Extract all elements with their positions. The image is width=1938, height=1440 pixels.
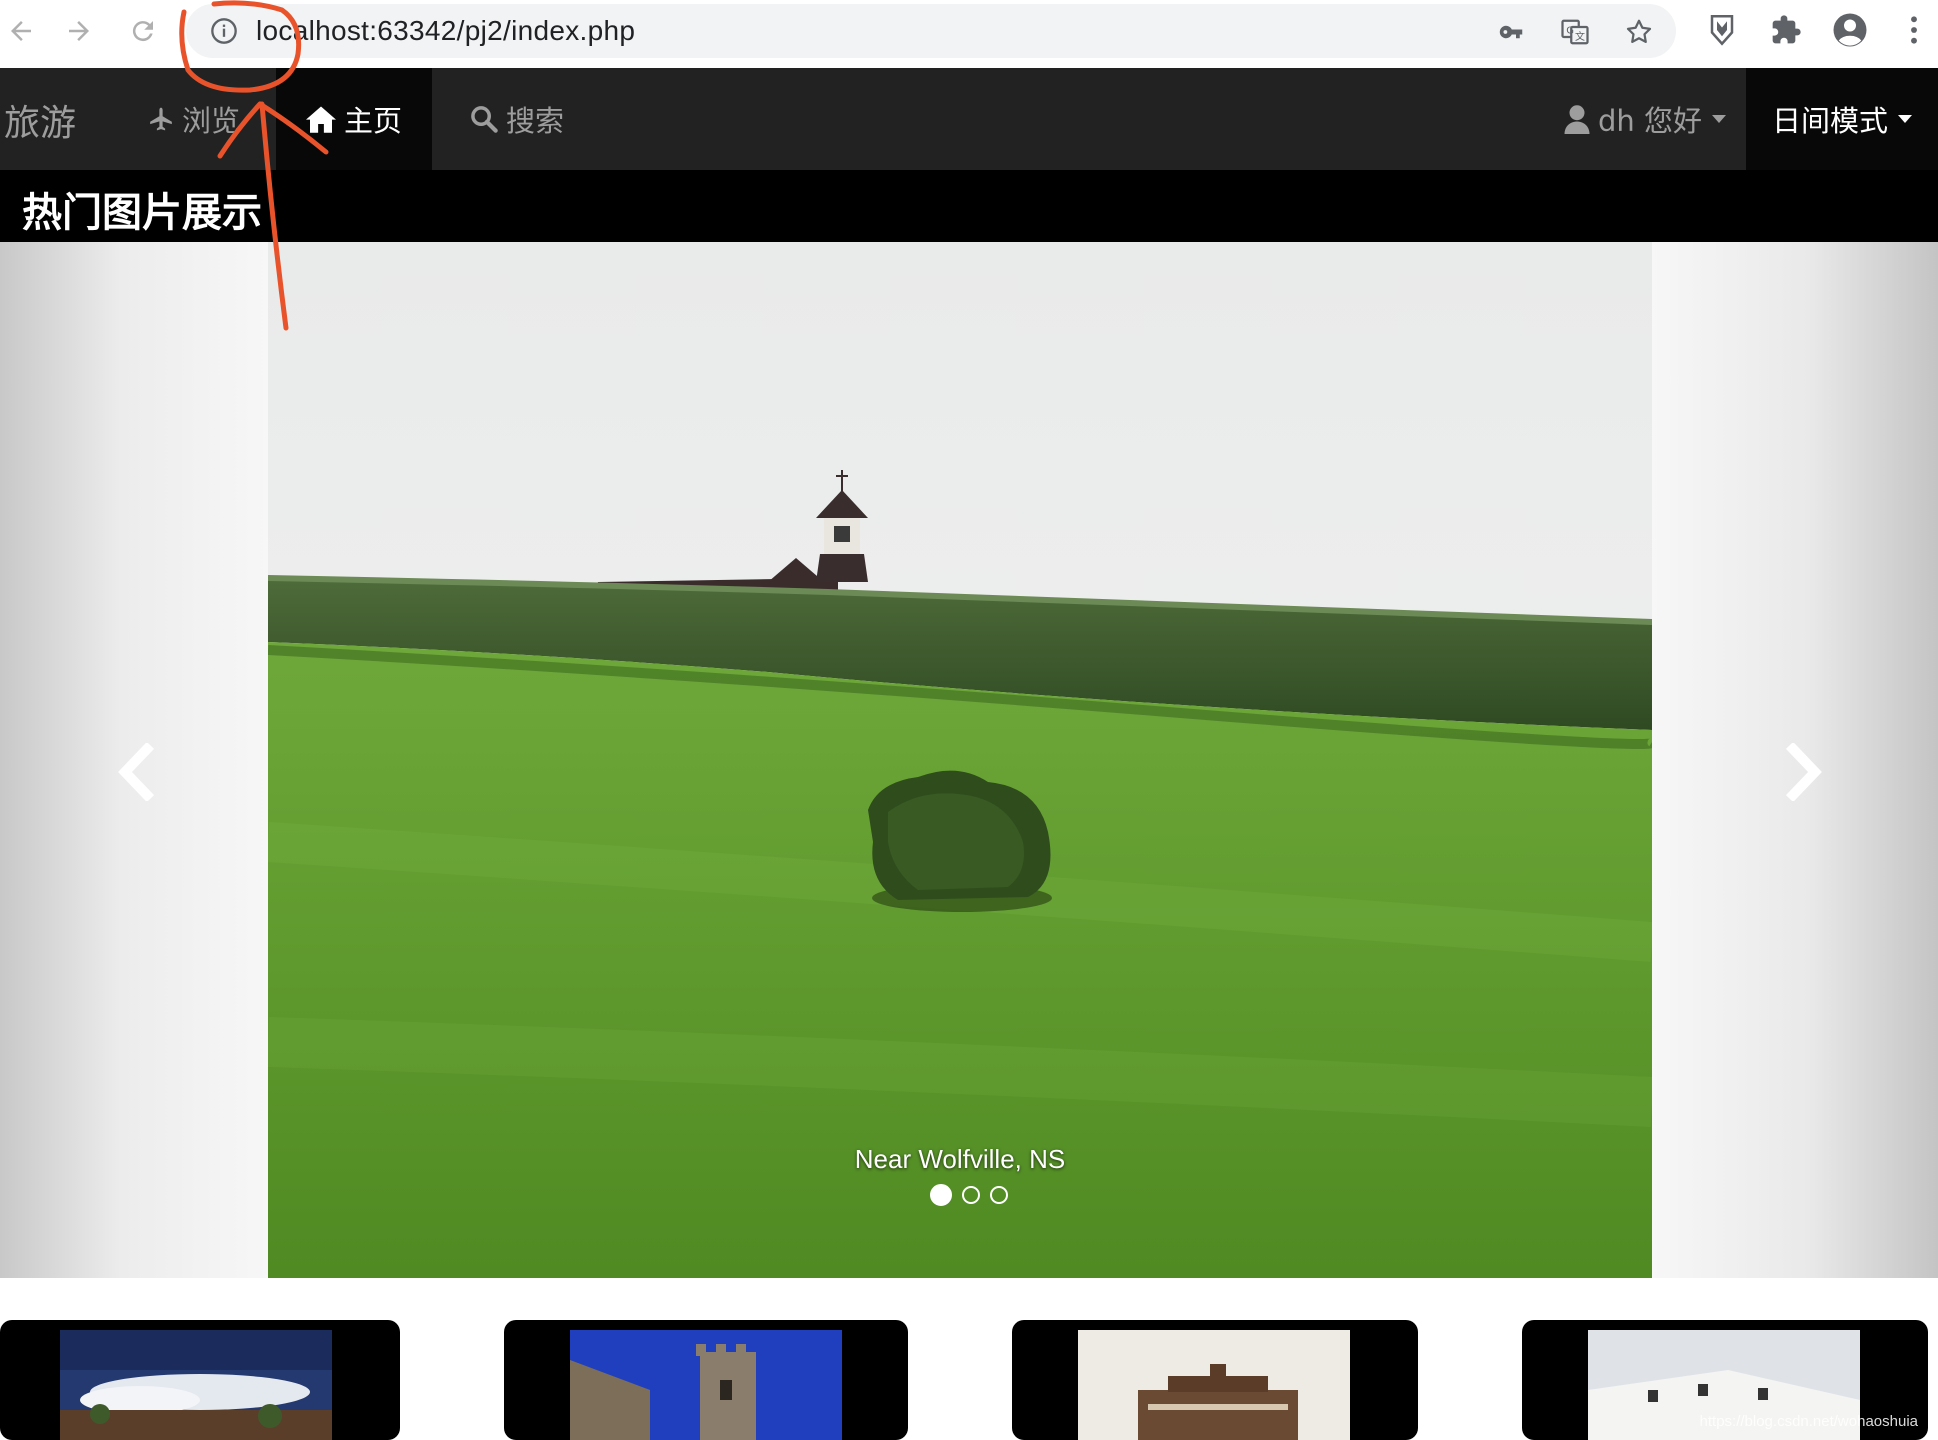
section-header: 热门图片展示 xyxy=(0,170,1938,242)
info-icon[interactable] xyxy=(210,17,238,45)
thumbnail-card[interactable]: https://blog.csdn.net/wohaoshuia xyxy=(1522,1320,1928,1440)
arrow-right-icon xyxy=(69,21,89,41)
arrow-left-icon xyxy=(11,21,31,41)
nav-home-label: 主页 xyxy=(344,104,403,138)
carousel-caption: Near Wolfville, NS xyxy=(854,1144,1066,1174)
browser-toolbar: localhost:63342/pj2/index.php G 文 xyxy=(0,0,1938,69)
url-text[interactable]: localhost:63342/pj2/index.php xyxy=(256,15,635,47)
nav-browse-label: 浏览 xyxy=(182,104,241,138)
star-icon[interactable] xyxy=(1624,17,1654,47)
plane-icon xyxy=(148,105,174,133)
carousel-indicator[interactable] xyxy=(930,1184,952,1206)
user-icon xyxy=(1564,104,1590,134)
mode-dropdown[interactable]: 日间模式 xyxy=(1746,68,1938,170)
forward-button[interactable] xyxy=(58,10,100,52)
search-icon xyxy=(470,105,498,133)
nav-home[interactable]: 主页 xyxy=(276,68,433,170)
translate-icon[interactable]: G 文 xyxy=(1560,17,1590,47)
carousel-indicators xyxy=(0,1184,1938,1206)
watermark-text: https://blog.csdn.net/wohaoshuia xyxy=(1699,1413,1918,1430)
thumbnail-image xyxy=(570,1330,842,1440)
reload-icon xyxy=(132,21,153,42)
carousel-prev-button[interactable] xyxy=(106,737,166,807)
nav-browse[interactable]: 浏览 xyxy=(148,68,240,170)
thumbnail-card[interactable] xyxy=(0,1320,400,1440)
reload-button[interactable] xyxy=(122,10,164,52)
shield-icon[interactable] xyxy=(1704,12,1740,48)
account-icon[interactable] xyxy=(1832,12,1868,48)
thumbnail-card[interactable] xyxy=(1012,1320,1418,1440)
mode-label: 日间模式 xyxy=(1771,104,1888,138)
nav-search[interactable]: 搜索 xyxy=(470,68,564,170)
thumbnail-image xyxy=(1078,1330,1350,1440)
caret-down-icon xyxy=(1898,115,1912,123)
section-title: 热门图片展示 xyxy=(22,190,262,236)
back-button[interactable] xyxy=(0,10,42,52)
address-bar[interactable]: localhost:63342/pj2/index.php G 文 xyxy=(186,4,1676,58)
thumbnail-image xyxy=(60,1330,332,1440)
chevron-left-icon xyxy=(118,743,155,801)
svg-text:文: 文 xyxy=(1575,30,1585,43)
nav-search-label: 搜索 xyxy=(506,104,565,138)
brand-link[interactable]: 旅游 xyxy=(4,94,76,146)
thumbnail-card[interactable] xyxy=(504,1320,908,1440)
chevron-right-icon xyxy=(1785,743,1822,801)
user-greeting: dh 您好 xyxy=(1598,104,1703,138)
puzzle-icon[interactable] xyxy=(1768,12,1804,48)
carousel-slide-image xyxy=(268,242,1652,1278)
user-dropdown[interactable]: dh 您好 xyxy=(1564,68,1727,170)
kebab-icon[interactable] xyxy=(1896,12,1932,48)
caret-down-icon xyxy=(1712,115,1727,123)
carousel-next-button[interactable] xyxy=(1774,737,1834,807)
key-icon[interactable] xyxy=(1496,17,1526,47)
home-icon xyxy=(306,105,336,133)
carousel-indicator[interactable] xyxy=(990,1186,1008,1204)
carousel-indicator[interactable] xyxy=(962,1186,980,1204)
image-carousel: Near Wolfville, NS xyxy=(0,242,1938,1278)
svg-text:G: G xyxy=(1566,25,1574,36)
site-navbar: 旅游 浏览 主页 搜索 dh 您好 日间模式 xyxy=(0,68,1938,170)
